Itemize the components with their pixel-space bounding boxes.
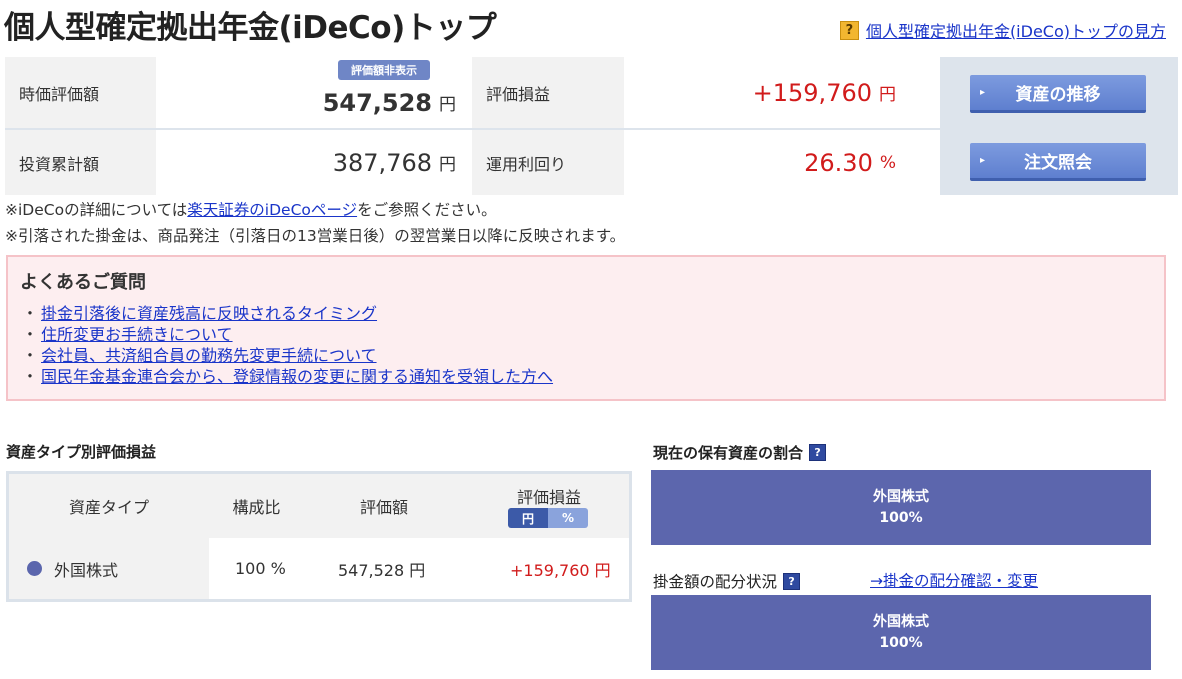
invested-label: 投資累計額 — [5, 130, 156, 195]
holdings-bar: 外国株式 100% — [651, 470, 1151, 545]
help-link[interactable]: ? 個人型確定拠出年金(iDeCo)トップの見方 — [839, 18, 1166, 42]
asset-history-button[interactable]: ▸ 資産の推移 — [970, 75, 1146, 113]
faq-link[interactable]: 会社員、共済組合員の勤務先変更手続について — [41, 346, 377, 365]
faq-item: ・住所変更お手続きについて — [22, 325, 233, 344]
yield-cell: 26.30 % — [624, 130, 940, 195]
faq-item: ・国民年金基金連合会から、登録情報の変更に関する通知を受領した方へ — [22, 367, 554, 386]
market-value: 547,528 — [322, 88, 432, 117]
hide-value-badge[interactable]: 評価額非表示 — [338, 60, 430, 80]
col-gain: 評価損益 — [516, 488, 581, 507]
faq-item: ・会社員、共済組合員の勤務先変更手続について — [22, 346, 377, 365]
faq-item: ・掛金引落後に資産残高に反映されるタイミング — [22, 304, 378, 323]
contribution-pct: 100% — [879, 634, 923, 651]
col-ratio: 構成比 — [232, 498, 281, 517]
contribution-title: 掛金額の配分状況 ? — [653, 570, 801, 592]
invested-unit: 円 — [439, 155, 456, 175]
toggle-percent[interactable]: % — [548, 508, 588, 528]
invested-cell: 387,768 円 — [156, 130, 472, 195]
faq-panel: よくあるご質問 ・掛金引落後に資産残高に反映されるタイミング ・住所変更お手続き… — [6, 255, 1166, 401]
faq-link[interactable]: 国民年金基金連合会から、登録情報の変更に関する通知を受領した方へ — [41, 367, 553, 386]
order-inquiry-button-label: 注文照会 — [1024, 153, 1092, 173]
table-header: 資産タイプ 構成比 評価額 評価損益 円 % — [9, 474, 629, 538]
contribution-bar: 外国株式 100% — [651, 595, 1151, 670]
holdings-pct: 100% — [879, 509, 923, 526]
caret-right-icon: ▸ — [980, 155, 986, 166]
gain-unit: 円 — [879, 85, 896, 105]
yield-value: 26.30 — [804, 148, 873, 177]
summary-panel: 時価評価額 547,528 円 評価額非表示 評価損益 +159,760 円 投… — [5, 57, 1178, 195]
help-icon[interactable]: ? — [783, 572, 801, 590]
toggle-yen[interactable]: 円 — [508, 508, 548, 528]
asset-history-button-label: 資産の推移 — [1015, 85, 1101, 105]
gain-value: +159,760 — [752, 78, 872, 107]
cell-asset-type: 外国株式 — [9, 538, 209, 599]
yield-unit: % — [879, 152, 896, 173]
faq-list: ・掛金引落後に資産残高に反映されるタイミング ・住所変更お手続きについて ・会社… — [22, 303, 553, 387]
help-icon[interactable]: ? — [809, 444, 827, 461]
cell-value: 547,528 円 — [338, 560, 426, 580]
gain-label: 評価損益 — [472, 57, 624, 128]
gain-unit-toggle[interactable]: 円 % — [508, 508, 588, 528]
holdings-label: 外国株式 — [873, 488, 929, 505]
col-asset-type: 資産タイプ — [68, 498, 149, 517]
cell-ratio: 100 % — [235, 559, 286, 578]
question-icon: ? — [839, 20, 859, 40]
note-line-1: ※iDeCoの詳細については楽天証券のiDeCoページをご参照ください。 — [5, 201, 497, 219]
legend-dot-icon — [27, 561, 42, 576]
faq-link[interactable]: 掛金引落後に資産残高に反映されるタイミング — [41, 304, 377, 323]
faq-title: よくあるご質問 — [20, 272, 146, 293]
asset-section-title: 資産タイプ別評価損益 — [6, 443, 157, 461]
col-value: 評価額 — [359, 498, 408, 517]
page-title: 個人型確定拠出年金(iDeCo)トップ — [4, 10, 497, 46]
faq-link[interactable]: 住所変更お手続きについて — [41, 325, 233, 344]
cell-gain: +159,760 円 — [510, 560, 611, 580]
gain-cell: +159,760 円 — [624, 57, 940, 128]
order-inquiry-button[interactable]: ▸ 注文照会 — [970, 143, 1146, 181]
table-row: 外国株式 100 % 547,528 円 +159,760 円 — [9, 538, 629, 599]
market-value-unit: 円 — [439, 95, 456, 115]
notes: ※iDeCoの詳細については楽天証券のiDeCoページをご参照ください。 ※引落… — [5, 197, 625, 249]
asset-table: 資産タイプ 構成比 評価額 評価損益 円 % 外国株式 100 % 547,52… — [6, 471, 632, 602]
invested-value: 387,768 — [332, 148, 432, 177]
holdings-title: 現在の保有資産の割合 ? — [653, 442, 827, 463]
contribution-change-link[interactable]: →掛金の配分確認・変更 — [870, 569, 1038, 591]
yield-label: 運用利回り — [472, 130, 624, 195]
rakuten-ideco-link[interactable]: 楽天証券のiDeCoページ — [187, 201, 357, 219]
caret-right-icon: ▸ — [980, 87, 986, 98]
contribution-label: 外国株式 — [873, 613, 929, 630]
help-link-text[interactable]: 個人型確定拠出年金(iDeCo)トップの見方 — [866, 18, 1166, 42]
note-line-2: ※引落された掛金は、商品発注（引落日の13営業日後）の翌営業日以降に反映されます… — [5, 227, 626, 245]
market-value-label: 時価評価額 — [5, 57, 156, 128]
